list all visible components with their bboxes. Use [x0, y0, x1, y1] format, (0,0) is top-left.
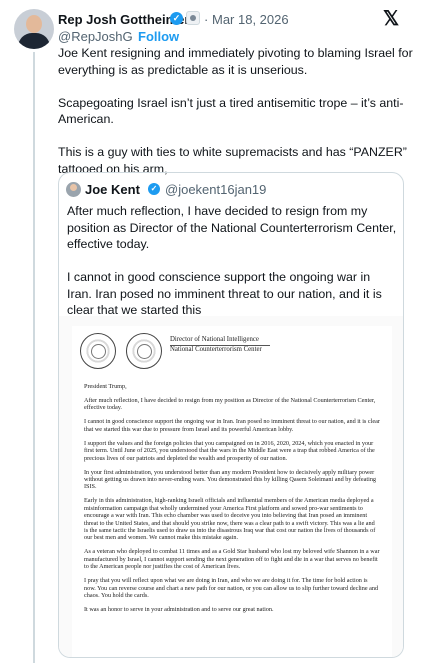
quoted-verified-badge-icon: ✓ [148, 183, 160, 195]
letter-paragraph: After much reflection, I have decided to… [84, 397, 376, 412]
letter-paragraph: In your first administration, you unders… [84, 468, 377, 491]
letterhead-line: National Counterterrorism Center [170, 346, 262, 353]
quoted-author-avatar[interactable] [66, 182, 81, 197]
letter-paragraph: Early in this administration, high-ranki… [84, 497, 376, 542]
resignation-letter-image[interactable]: Director of National Intelligence Nation… [59, 316, 403, 657]
letter-paragraph: I pray that you will reflect upon what w… [84, 577, 379, 600]
verified-badge-icon[interactable]: ✓ [170, 12, 183, 25]
letter-paragraph: It was an honor to serve in your adminis… [84, 606, 274, 614]
quoted-paragraph: I cannot in good conscience support the … [67, 270, 382, 317]
letterhead-line: Director of National Intelligence [170, 336, 259, 343]
letterhead-divider [170, 345, 270, 346]
letter-page: Director of National Intelligence Nation… [72, 326, 392, 657]
separator-dot: · [129, 29, 134, 44]
author-avatar[interactable] [14, 9, 54, 49]
affiliation-badge-icon[interactable] [186, 11, 200, 25]
quoted-tweet-card[interactable]: Joe Kent ✓ @joekent16jan19 After much re… [58, 172, 404, 658]
author-handle[interactable]: @RepJoshG [58, 29, 133, 44]
thread-line [33, 52, 35, 663]
quoted-author-name[interactable]: Joe Kent [85, 182, 140, 197]
avatar-suit [18, 33, 50, 49]
nctc-seal-icon [126, 333, 162, 369]
x-logo-icon[interactable]: 𝕏 [383, 8, 399, 30]
tweet-paragraph: Scapegoating Israel isn’t just a tired a… [58, 95, 404, 127]
tweet-paragraph: Joe Kent resigning and immediately pivot… [58, 46, 413, 77]
avatar-head [26, 15, 42, 33]
quoted-paragraph: After much reflection, I have decided to… [67, 204, 397, 251]
letter-paragraph: President Trump, [84, 383, 127, 390]
dni-seal-icon [80, 333, 116, 369]
follow-button[interactable]: Follow [138, 29, 179, 44]
quoted-author-handle[interactable]: @joekent16jan19 [165, 182, 266, 197]
letter-paragraph: I cannot in good conscience support the … [84, 418, 380, 433]
separator-dot: · [204, 12, 209, 27]
letter-paragraph: As a veteran who deployed to combat 11 t… [84, 548, 380, 571]
tweet-date[interactable]: Mar 18, 2026 [212, 12, 289, 27]
letter-paragraph: I support the values and the foreign pol… [84, 439, 375, 462]
letter-body: President Trump, After much reflection, … [84, 383, 380, 620]
